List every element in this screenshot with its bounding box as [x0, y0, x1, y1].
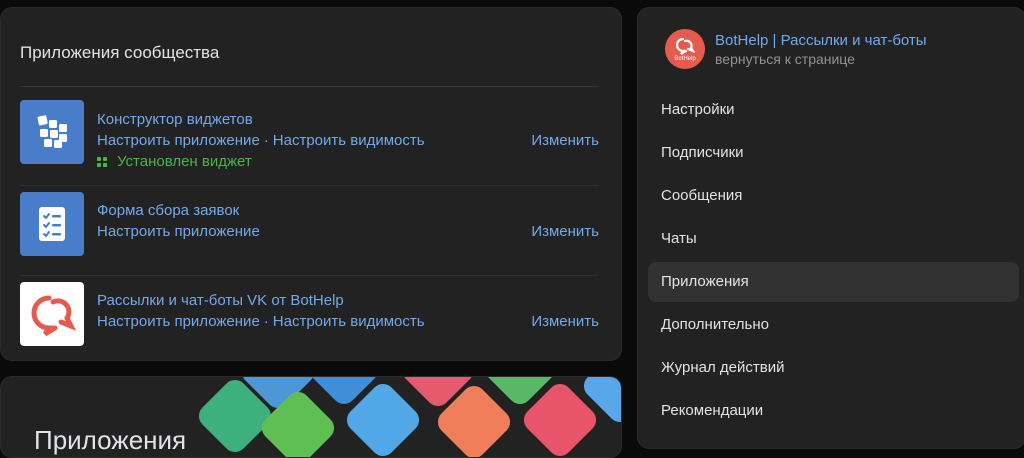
configure-app-link[interactable]: Настроить приложение — [97, 313, 260, 330]
banner-title: Приложения — [34, 425, 187, 455]
app-row-widget-builder: Конструктор виджетов Настроить приложени… — [20, 100, 599, 186]
configure-app-link[interactable]: Настроить приложение — [97, 223, 260, 240]
community-avatar[interactable]: BotHelp — [665, 29, 705, 69]
community-nav-card: BotHelp BotHelp | Рассылки и чат-боты ве… — [637, 7, 1024, 449]
separator-dot: · — [263, 313, 269, 330]
apps-section-title: Приложения сообщества — [20, 43, 220, 62]
app-row-bothelp: Рассылки и чат-боты VK от BotHelp Настро… — [20, 282, 599, 352]
divider — [20, 86, 599, 87]
configure-visibility-link[interactable]: Настроить видимость — [273, 132, 425, 149]
apps-catalog-banner[interactable]: Приложения — [0, 376, 622, 458]
nav-item-apps[interactable]: Приложения — [648, 262, 1019, 302]
back-to-page-link[interactable]: вернуться к странице — [715, 51, 855, 67]
separator-dot: · — [263, 132, 269, 149]
widget-installed-status: Установлен виджет — [97, 153, 252, 170]
nav-item-messages[interactable]: Сообщения — [648, 176, 1019, 216]
app-name-link[interactable]: Рассылки и чат-боты VK от BotHelp — [97, 292, 344, 309]
checklist-form-icon[interactable] — [20, 192, 84, 256]
bothelp-logo-icon — [675, 37, 695, 55]
configure-app-link[interactable]: Настроить приложение — [97, 132, 260, 149]
widget-status-icon — [97, 156, 107, 167]
row-separator — [20, 275, 599, 276]
edit-app-link[interactable]: Изменить — [531, 313, 599, 330]
bothelp-icon[interactable] — [20, 282, 84, 346]
nav-item-advanced[interactable]: Дополнительно — [648, 305, 1019, 345]
community-name-link[interactable]: BotHelp | Рассылки и чат-боты — [715, 32, 927, 49]
row-separator — [20, 185, 599, 186]
nav-item-settings[interactable]: Настройки — [648, 90, 1019, 130]
app-row-lead-form: Форма сбора заявок Настроить приложение … — [20, 192, 599, 276]
app-name-link[interactable]: Форма сбора заявок — [97, 202, 239, 219]
edit-app-link[interactable]: Изменить — [531, 223, 599, 240]
nav-item-recommendations[interactable]: Рекомендации — [648, 391, 1019, 431]
community-apps-card: Приложения сообщества Конструктор виджет… — [0, 7, 622, 361]
nav-item-subscribers[interactable]: Подписчики — [648, 133, 1019, 173]
app-links: Настроить приложение · Настроить видимость — [97, 132, 425, 149]
widget-grid-icon[interactable] — [20, 100, 84, 164]
nav-item-action-log[interactable]: Журнал действий — [648, 348, 1019, 388]
app-links: Настроить приложение — [97, 223, 260, 240]
configure-visibility-link[interactable]: Настроить видимость — [273, 313, 425, 330]
edit-app-link[interactable]: Изменить — [531, 132, 599, 149]
app-links: Настроить приложение · Настроить видимость — [97, 313, 425, 330]
status-text: Установлен виджет — [117, 153, 252, 170]
nav-item-chats[interactable]: Чаты — [648, 219, 1019, 259]
logo-text: BotHelp — [674, 55, 696, 62]
app-name-link[interactable]: Конструктор виджетов — [97, 111, 253, 128]
